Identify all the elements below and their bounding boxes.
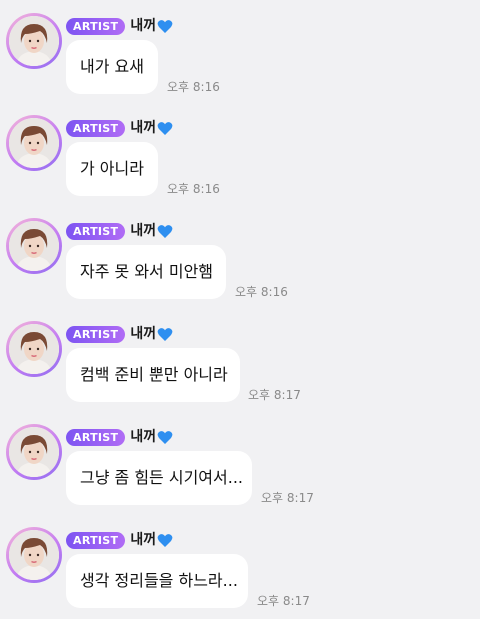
message-bubble[interactable]: 그냥 좀 힘든 시기여서... <box>66 451 252 505</box>
sender-name[interactable]: 내꺼 <box>130 16 156 36</box>
artist-badge: ARTIST <box>66 222 126 240</box>
avatar[interactable] <box>6 218 62 274</box>
chat-message: ARTIST 내꺼 자주 못 와서 미안햄 오후 8:16 <box>0 205 480 305</box>
sender-name[interactable]: 내꺼 <box>130 221 156 241</box>
message-timestamp: 오후 8:17 <box>257 594 310 608</box>
avatar[interactable] <box>6 527 62 583</box>
artist-badge: ARTIST <box>66 119 126 137</box>
sender-row: ARTIST 내꺼 <box>66 221 173 241</box>
blue-heart-icon <box>157 224 173 239</box>
chat-message: ARTIST 내꺼 가 아니라 오후 8:16 <box>0 102 480 202</box>
artist-badge: ARTIST <box>66 325 126 343</box>
sender-row: ARTIST 내꺼 <box>66 324 173 344</box>
chat-message: ARTIST 내꺼 생각 정리들을 하느라... 오후 8:17 <box>0 514 480 614</box>
profile-photo <box>9 324 59 374</box>
chat-message-list[interactable]: ARTIST 내꺼 내가 요새 오후 8:16 ARTIST 내꺼 가 아니라 … <box>0 0 480 619</box>
blue-heart-icon <box>157 19 173 34</box>
message-bubble[interactable]: 가 아니라 <box>66 142 158 196</box>
sender-row: ARTIST 내꺼 <box>66 16 173 36</box>
message-bubble[interactable]: 자주 못 와서 미안햄 <box>66 245 226 299</box>
sender-name[interactable]: 내꺼 <box>130 427 156 447</box>
sender-name[interactable]: 내꺼 <box>130 530 156 550</box>
avatar[interactable] <box>6 321 62 377</box>
sender-name[interactable]: 내꺼 <box>130 118 156 138</box>
blue-heart-icon <box>157 121 173 136</box>
profile-photo <box>9 221 59 271</box>
avatar[interactable] <box>6 424 62 480</box>
message-timestamp: 오후 8:17 <box>248 388 301 402</box>
artist-badge: ARTIST <box>66 531 126 549</box>
sender-row: ARTIST 내꺼 <box>66 530 173 550</box>
blue-heart-icon <box>157 430 173 445</box>
sender-row: ARTIST 내꺼 <box>66 118 173 138</box>
message-timestamp: 오후 8:16 <box>167 80 220 94</box>
message-bubble[interactable]: 내가 요새 <box>66 40 158 94</box>
chat-message: ARTIST 내꺼 내가 요새 오후 8:16 <box>0 0 480 100</box>
message-bubble[interactable]: 컴백 준비 뿐만 아니라 <box>66 348 240 402</box>
profile-photo <box>9 427 59 477</box>
chat-message: ARTIST 내꺼 그냥 좀 힘든 시기여서... 오후 8:17 <box>0 411 480 511</box>
blue-heart-icon <box>157 533 173 548</box>
message-timestamp: 오후 8:16 <box>167 182 220 196</box>
blue-heart-icon <box>157 327 173 342</box>
message-timestamp: 오후 8:17 <box>261 491 314 505</box>
avatar[interactable] <box>6 115 62 171</box>
message-timestamp: 오후 8:16 <box>235 285 288 299</box>
sender-row: ARTIST 내꺼 <box>66 427 173 447</box>
artist-badge: ARTIST <box>66 428 126 446</box>
profile-photo <box>9 16 59 66</box>
profile-photo <box>9 530 59 580</box>
avatar[interactable] <box>6 13 62 69</box>
message-bubble[interactable]: 생각 정리들을 하느라... <box>66 554 248 608</box>
sender-name[interactable]: 내꺼 <box>130 324 156 344</box>
chat-message: ARTIST 내꺼 컴백 준비 뿐만 아니라 오후 8:17 <box>0 308 480 408</box>
artist-badge: ARTIST <box>66 17 126 35</box>
profile-photo <box>9 118 59 168</box>
